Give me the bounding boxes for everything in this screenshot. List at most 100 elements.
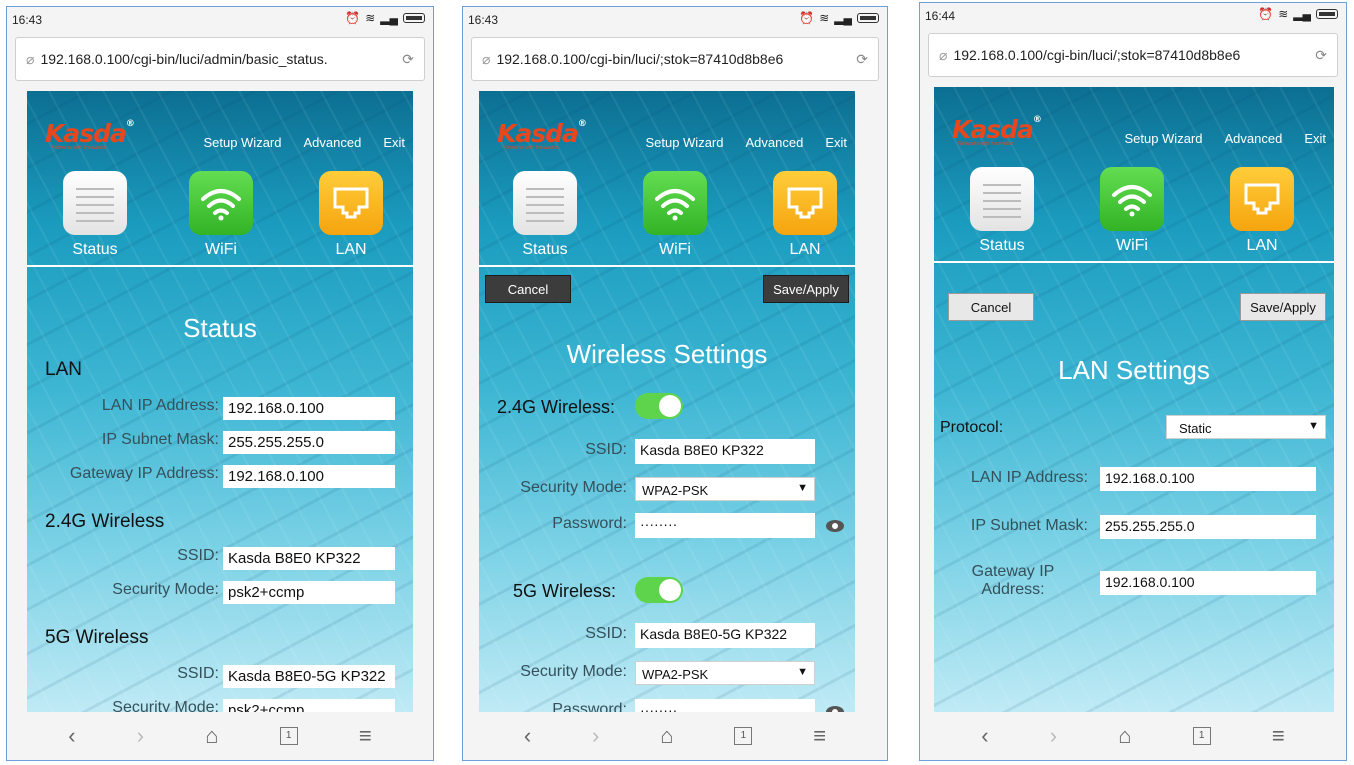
tile-lan[interactable]: LAN bbox=[1230, 167, 1294, 255]
tabs-icon[interactable]: 1 bbox=[734, 727, 753, 745]
address-bar[interactable]: ⌀ 192.168.0.100/cgi-bin/luci/admin/basic… bbox=[15, 37, 425, 81]
tile-wifi-label: WiFi bbox=[659, 241, 691, 258]
tile-lan[interactable]: LAN bbox=[773, 171, 837, 259]
reload-icon[interactable]: ⟳ bbox=[402, 51, 414, 68]
save-apply-button[interactable]: Save/Apply bbox=[763, 275, 849, 303]
chevron-down-icon: ▼ bbox=[797, 482, 808, 494]
forward-icon[interactable]: › bbox=[592, 723, 599, 749]
tile-status[interactable]: Status bbox=[513, 171, 577, 259]
router-page: Kasda® Networks with Innovation Setup Wi… bbox=[934, 87, 1334, 712]
setup-wizard-link[interactable]: Setup Wizard bbox=[203, 135, 281, 150]
lan-ip-label: LAN IP Address: bbox=[970, 469, 1088, 486]
forward-icon[interactable]: › bbox=[137, 723, 144, 749]
toggle-knob bbox=[659, 395, 681, 417]
gateway-ip-input[interactable]: 192.168.0.100 bbox=[1100, 571, 1316, 595]
battery-icon bbox=[1316, 9, 1338, 19]
alarm-icon: ⏰ bbox=[345, 11, 361, 25]
subnet-mask-value: 255.255.255.0 bbox=[223, 431, 395, 454]
wireless-24g-heading: 2.4G Wireless bbox=[45, 511, 165, 532]
page-title: Wireless Settings bbox=[566, 339, 768, 369]
save-apply-button[interactable]: Save/Apply bbox=[1240, 293, 1326, 321]
protocol-label: Protocol: bbox=[940, 419, 1004, 436]
wireless-5g-toggle[interactable] bbox=[635, 577, 683, 603]
lan-ip-input[interactable]: 192.168.0.100 bbox=[1100, 467, 1316, 491]
show-password-5g-icon[interactable] bbox=[825, 705, 845, 712]
header-divider bbox=[479, 265, 855, 267]
page-title: LAN Settings bbox=[1058, 355, 1210, 385]
ssid-5g-input[interactable]: Kasda B8E0-5G KP322 bbox=[635, 623, 815, 648]
tile-status[interactable]: Status bbox=[63, 171, 127, 259]
advanced-link[interactable]: Advanced bbox=[304, 135, 362, 150]
url-text: 192.168.0.100/cgi-bin/luci/;stok=87410d8… bbox=[496, 51, 784, 67]
url-text: 192.168.0.100/cgi-bin/luci/admin/basic_s… bbox=[40, 51, 328, 67]
wireless-5g-heading: 5G Wireless bbox=[45, 627, 149, 648]
tile-wifi[interactable]: WiFi bbox=[1100, 167, 1164, 255]
cancel-button[interactable]: Cancel bbox=[948, 293, 1034, 321]
cell-signal-icon: ▂▄ bbox=[380, 11, 398, 25]
exit-link[interactable]: Exit bbox=[1304, 131, 1326, 146]
wifi-signal-icon: ≋ bbox=[1278, 7, 1289, 21]
header-divider bbox=[934, 261, 1334, 263]
logo-tagline: Networks with Innovation bbox=[503, 145, 559, 151]
exit-link[interactable]: Exit bbox=[383, 135, 405, 150]
menu-icon[interactable]: ≡ bbox=[359, 723, 372, 749]
battery-icon bbox=[403, 13, 425, 23]
system-icons: ⏰ ≋ ▂▄ bbox=[345, 11, 425, 25]
lan-heading: LAN bbox=[45, 359, 82, 380]
tile-lan[interactable]: LAN bbox=[319, 171, 383, 259]
security-5g-value: psk2+ccmp bbox=[223, 699, 395, 712]
back-icon[interactable]: ‹ bbox=[981, 723, 988, 749]
show-password-24g-icon[interactable] bbox=[825, 519, 845, 533]
exit-link[interactable]: Exit bbox=[825, 135, 847, 150]
subnet-mask-input[interactable]: 255.255.255.0 bbox=[1100, 515, 1316, 539]
menu-icon[interactable]: ≡ bbox=[813, 723, 826, 749]
wireless-24g-label: 2.4G Wireless: bbox=[497, 397, 616, 417]
advanced-link[interactable]: Advanced bbox=[1225, 131, 1283, 146]
back-icon[interactable]: ‹ bbox=[68, 723, 75, 749]
setup-wizard-link[interactable]: Setup Wizard bbox=[1124, 131, 1202, 146]
tile-wifi[interactable]: WiFi bbox=[189, 171, 253, 259]
system-icons: ⏰ ≋ ▂▄ bbox=[799, 11, 879, 25]
menu-icon[interactable]: ≡ bbox=[1272, 723, 1285, 749]
cancel-button[interactable]: Cancel bbox=[485, 275, 571, 303]
home-icon[interactable]: ⌂ bbox=[1118, 723, 1131, 749]
ssid-24g-value: Kasda B8E0 KP322 bbox=[223, 547, 395, 570]
gateway-ip-label: Gateway IP Address: bbox=[69, 465, 219, 482]
list-icon bbox=[63, 171, 127, 235]
setup-wizard-link[interactable]: Setup Wizard bbox=[645, 135, 723, 150]
gateway-ip-label: Gateway IP Address: bbox=[971, 563, 1055, 598]
phone-lan-screen: 16:44 ⏰ ≋ ▂▄ ⌀ 192.168.0.100/cgi-bin/luc… bbox=[919, 2, 1347, 761]
forward-icon[interactable]: › bbox=[1050, 723, 1057, 749]
ssid-24g-input[interactable]: Kasda B8E0 KP322 bbox=[635, 439, 815, 464]
tabs-icon[interactable]: 1 bbox=[279, 727, 298, 745]
password-5g-input[interactable]: ········ bbox=[635, 699, 815, 712]
wifi-icon bbox=[643, 171, 707, 235]
home-icon[interactable]: ⌂ bbox=[660, 723, 673, 749]
security-5g-select[interactable]: WPA2-PSK ▼ bbox=[635, 661, 815, 685]
back-icon[interactable]: ‹ bbox=[524, 723, 531, 749]
ssid-5g-label: SSID: bbox=[585, 625, 627, 642]
ethernet-port-icon bbox=[319, 171, 383, 235]
tile-status[interactable]: Status bbox=[970, 167, 1034, 255]
security-24g-select[interactable]: WPA2-PSK ▼ bbox=[635, 477, 815, 501]
reload-icon[interactable]: ⟳ bbox=[1315, 47, 1327, 64]
protocol-select[interactable]: Static ▼ bbox=[1166, 415, 1326, 439]
wireless-24g-toggle[interactable] bbox=[635, 393, 683, 419]
list-icon bbox=[513, 171, 577, 235]
tabs-icon[interactable]: 1 bbox=[1192, 727, 1211, 745]
tile-wifi[interactable]: WiFi bbox=[643, 171, 707, 259]
alarm-icon: ⏰ bbox=[1258, 7, 1274, 21]
system-icons: ⏰ ≋ ▂▄ bbox=[1258, 7, 1338, 21]
address-bar[interactable]: ⌀ 192.168.0.100/cgi-bin/luci/;stok=87410… bbox=[928, 33, 1338, 77]
home-icon[interactable]: ⌂ bbox=[205, 723, 218, 749]
tile-wifi-label: WiFi bbox=[205, 241, 237, 258]
reload-icon[interactable]: ⟳ bbox=[856, 51, 868, 68]
cell-signal-icon: ▂▄ bbox=[834, 11, 852, 25]
top-nav: Setup Wizard Advanced Exit bbox=[645, 135, 855, 150]
password-24g-input[interactable]: ········ bbox=[635, 513, 815, 538]
subnet-mask-label: IP Subnet Mask: bbox=[101, 431, 219, 448]
address-bar[interactable]: ⌀ 192.168.0.100/cgi-bin/luci/;stok=87410… bbox=[471, 37, 879, 81]
ethernet-port-icon bbox=[773, 171, 837, 235]
advanced-link[interactable]: Advanced bbox=[746, 135, 804, 150]
top-nav: Setup Wizard Advanced Exit bbox=[203, 135, 413, 150]
